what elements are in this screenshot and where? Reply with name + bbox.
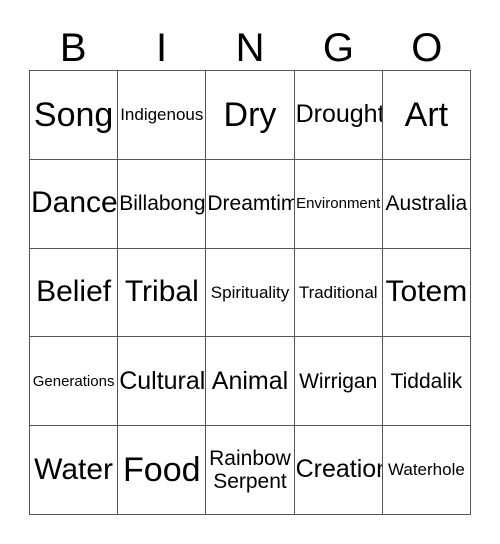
bingo-header-letter-n: N xyxy=(235,26,265,70)
bingo-cell[interactable]: Rainbow Serpent xyxy=(206,426,295,515)
bingo-cell-label: Australia xyxy=(385,191,468,215)
bingo-header-letter-b: B xyxy=(59,26,87,70)
bingo-cell[interactable]: Belief xyxy=(30,248,119,338)
bingo-cell-label: Traditional xyxy=(298,282,378,302)
bingo-cell-label: Creation xyxy=(295,455,383,484)
bingo-header-letter-i: I xyxy=(156,26,168,70)
bingo-cell[interactable]: Food xyxy=(118,426,207,515)
bingo-cell[interactable]: Dreamtime xyxy=(206,159,295,249)
bingo-cell-label: Art xyxy=(404,95,449,134)
bingo-cell[interactable]: Dance xyxy=(30,159,119,249)
bingo-cell[interactable]: Tiddalik xyxy=(382,337,471,427)
bingo-cell-label: Water xyxy=(34,452,114,486)
bingo-cell-label: Totem xyxy=(385,275,468,309)
bingo-cell[interactable]: Waterhole xyxy=(382,426,471,515)
bingo-cell[interactable]: Environment xyxy=(294,159,383,249)
bingo-cell-label: Dance xyxy=(31,186,118,220)
bingo-cell-label: Environment xyxy=(296,195,381,213)
bingo-cell[interactable]: Spirituality xyxy=(206,248,295,338)
bingo-cell[interactable]: Traditional xyxy=(294,248,383,338)
bingo-cell-label: Tribal xyxy=(124,275,199,309)
bingo-cell-label: Tiddalik xyxy=(390,369,463,393)
bingo-header-letter-o: O xyxy=(411,26,443,70)
bingo-cell[interactable]: Indigenous xyxy=(118,71,207,160)
bingo-cell-label: Song xyxy=(33,95,114,134)
bingo-cell-label: Food xyxy=(123,450,201,489)
bingo-cell-label: Generations xyxy=(32,372,115,390)
bingo-cell-label: Animal xyxy=(211,366,289,395)
bingo-cell[interactable]: Cultural xyxy=(118,337,207,427)
bingo-cell[interactable]: Australia xyxy=(382,159,471,249)
bingo-cell-label: Dreamtime xyxy=(207,191,293,215)
bingo-cell[interactable]: Wirrigan xyxy=(294,337,383,427)
bingo-header-row: B I N G O xyxy=(29,22,471,70)
bingo-cell-label: Indigenous xyxy=(120,105,204,125)
bingo-cell[interactable]: Creation xyxy=(294,426,383,515)
bingo-grid: Song Indigenous Dry Drought Art Dance Bi… xyxy=(29,70,471,515)
bingo-cell[interactable]: Tribal xyxy=(118,248,207,338)
bingo-cell[interactable]: Water xyxy=(30,426,119,515)
bingo-cell-label: Waterhole xyxy=(387,460,465,480)
bingo-header-letter-g: G xyxy=(322,26,354,70)
bingo-cell[interactable]: Billabong xyxy=(118,159,207,249)
bingo-cell[interactable]: Animal xyxy=(206,337,295,427)
bingo-cell-label: Rainbow Serpent xyxy=(209,446,291,494)
bingo-card: B I N G O Song Indigenous Dry Drought Ar… xyxy=(0,0,500,544)
bingo-cell[interactable]: Totem xyxy=(382,248,471,338)
bingo-cell[interactable]: Song xyxy=(30,71,119,160)
bingo-cell-label: Billabong xyxy=(119,191,206,215)
bingo-cell[interactable]: Drought xyxy=(294,71,383,160)
bingo-cell-label: Wirrigan xyxy=(299,369,378,393)
bingo-cell-label: Dry xyxy=(223,95,277,134)
bingo-cell[interactable]: Art xyxy=(382,71,471,160)
bingo-cell-label: Drought xyxy=(295,100,383,129)
bingo-cell-label: Cultural xyxy=(119,366,206,395)
bingo-cell-label: Spirituality xyxy=(210,282,290,302)
bingo-cell[interactable]: Dry xyxy=(206,71,295,160)
bingo-cell-label: Belief xyxy=(36,275,112,309)
bingo-cell[interactable]: Generations xyxy=(30,337,119,427)
